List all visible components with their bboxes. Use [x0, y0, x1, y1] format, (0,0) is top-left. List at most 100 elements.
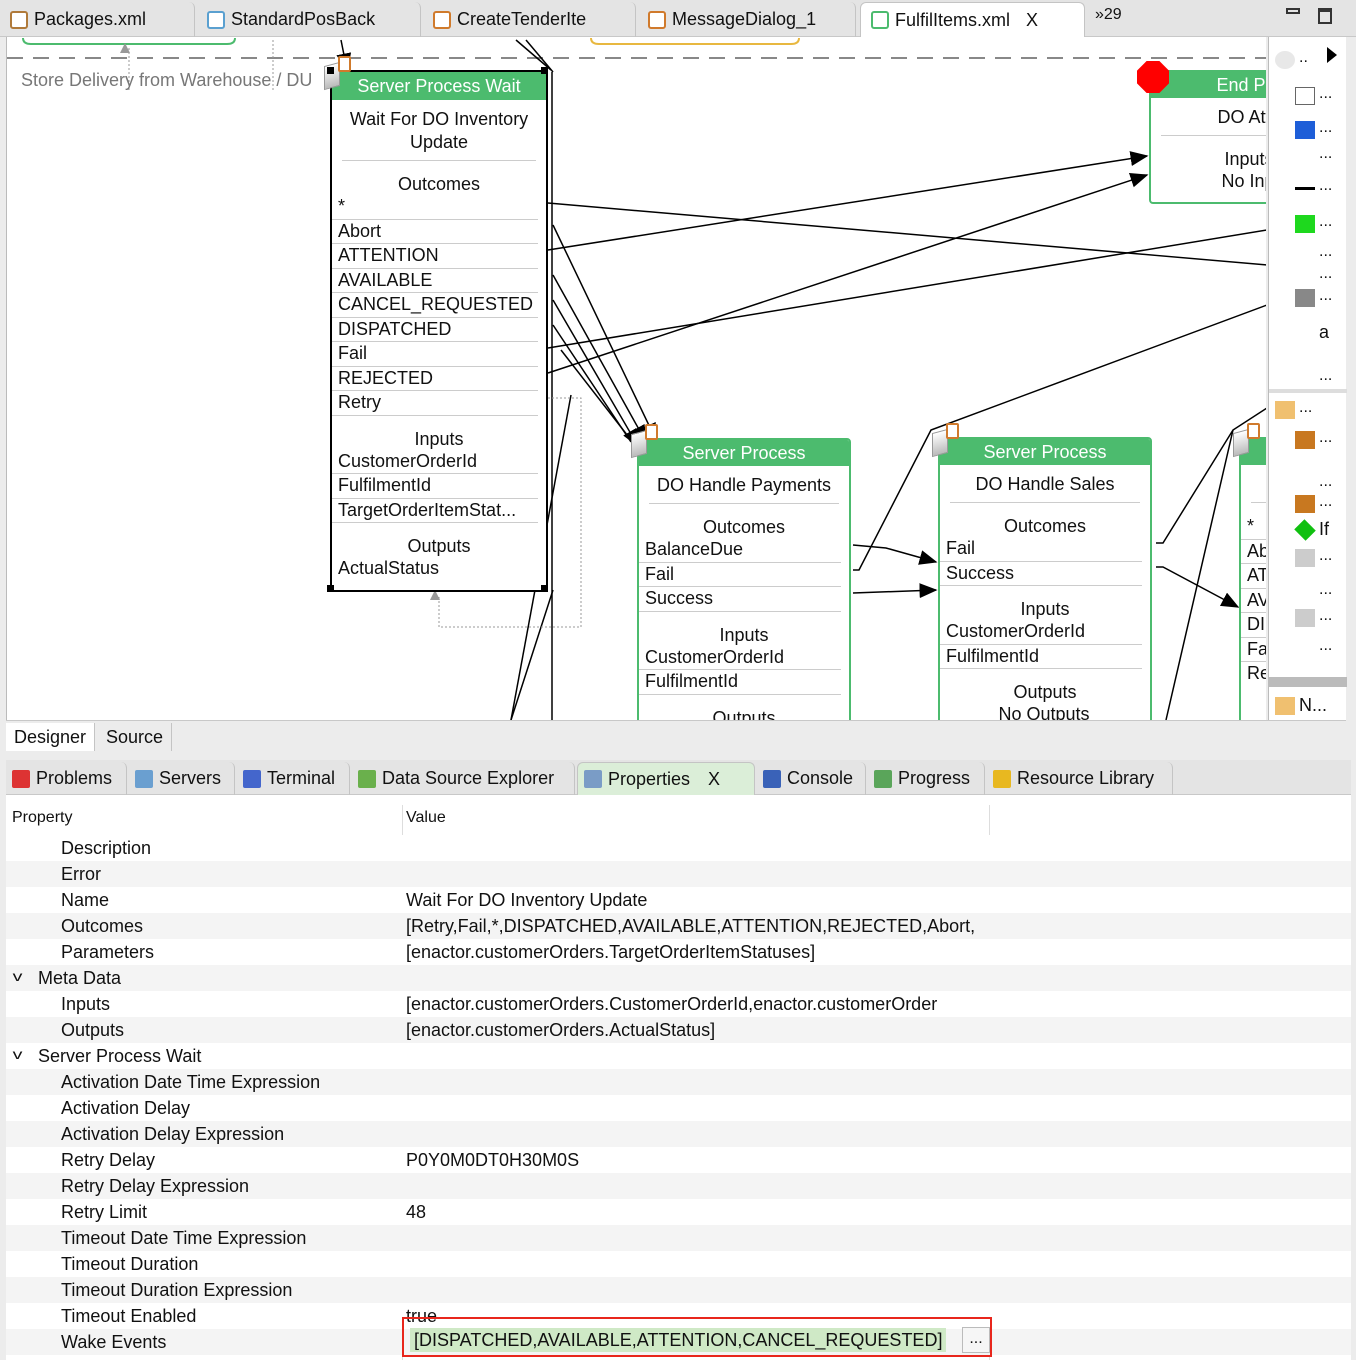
selection-handle[interactable]	[541, 67, 548, 74]
view-tab[interactable]: Properties X	[577, 762, 755, 795]
selection-handle[interactable]	[541, 585, 548, 592]
node-row[interactable]: DI	[1241, 613, 1266, 638]
node-payments[interactable]: Server Process DO Handle Payments Outcomes…	[637, 438, 851, 720]
property-value[interactable]: [enactor.customerOrders.ActualStatus]	[406, 1017, 990, 1043]
node-row[interactable]: *	[332, 195, 538, 220]
editor-tab[interactable]: CreateTenderIte	[423, 2, 636, 37]
node-row[interactable]: CustomerOrderId	[639, 646, 841, 670]
view-tab[interactable]: Problems	[6, 762, 127, 795]
node-row[interactable]: *	[1241, 515, 1266, 540]
palette-item[interactable]: ...	[1269, 177, 1347, 201]
palette-item[interactable]: ...	[1269, 243, 1347, 267]
process-diagram-canvas[interactable]: Store Delivery from Warehouse / DU Serve…	[6, 37, 1266, 720]
node-clipped[interactable]: SW*AbATAVDIFaRe	[1239, 437, 1266, 720]
property-value[interactable]: [enactor.customerOrders.CustomerOrderId,…	[406, 991, 990, 1017]
property-row[interactable]: Outcomes [Retry,Fail,*,DISPATCHED,AVAILAB…	[6, 913, 1351, 939]
property-row[interactable]: Retry Limit 48	[6, 1199, 1351, 1225]
palette-item[interactable]: ...	[1269, 607, 1347, 631]
property-row[interactable]: Activation Delay	[6, 1095, 1351, 1121]
view-tab[interactable]: Progress	[868, 762, 985, 795]
expand-chevron-icon[interactable]: v	[13, 963, 23, 989]
node-row[interactable]: Ab	[1241, 540, 1266, 564]
property-row[interactable]: Activation Date Time Expression	[6, 1069, 1351, 1095]
column-header-property[interactable]: Property	[12, 809, 72, 827]
wake-events-editor[interactable]: [DISPATCHED,AVAILABLE,ATTENTION,CANCEL_R…	[402, 1317, 992, 1357]
property-value[interactable]: [Retry,Fail,*,DISPATCHED,AVAILABLE,ATTEN…	[406, 913, 990, 939]
property-row[interactable]: Activation Delay Expression	[6, 1121, 1351, 1147]
node-row[interactable]: ActualStatus	[332, 557, 538, 581]
tab-designer[interactable]: Designer	[6, 723, 96, 751]
node-row[interactable]: AT	[1241, 564, 1266, 589]
palette-item[interactable]: N...	[1269, 695, 1347, 719]
palette-item[interactable]: ...	[1269, 637, 1347, 661]
node-wait[interactable]: Server Process Wait Wait For DO Inventory…	[330, 70, 548, 592]
property-value[interactable]: Wait For DO Inventory Update	[406, 887, 990, 913]
node-row[interactable]: DISPATCHED	[332, 318, 538, 342]
node-end[interactable]: End ProDO AtteInputsNo Inp	[1149, 70, 1266, 204]
palette-item[interactable]: ...	[1269, 367, 1347, 391]
view-tab[interactable]: Data Source Explorer	[352, 762, 575, 795]
property-row[interactable]: Timeout Duration Expression	[6, 1277, 1351, 1303]
node-row[interactable]: REJECTED	[332, 367, 538, 391]
selection-handle[interactable]	[327, 67, 334, 74]
node-row[interactable]: BalanceDue	[639, 538, 841, 563]
palette-item[interactable]: a	[1269, 322, 1347, 346]
property-value[interactable]: P0Y0M0DT0H30M0S	[406, 1147, 990, 1173]
browse-button[interactable]: ...	[962, 1327, 990, 1353]
node-row[interactable]: AV	[1241, 589, 1266, 613]
editor-tab[interactable]: StandardPosBack	[197, 2, 421, 37]
editor-tab[interactable]: MessageDialog_1	[638, 2, 856, 37]
palette-scroll-down-button[interactable]	[1269, 677, 1347, 687]
property-row[interactable]: Timeout Date Time Expression	[6, 1225, 1351, 1251]
property-row[interactable]: Parameters [enactor.customerOrders.Target…	[6, 939, 1351, 965]
node-row[interactable]: AVAILABLE	[332, 269, 538, 293]
palette-item[interactable]: ...	[1269, 119, 1347, 143]
palette-item[interactable]: ...	[1269, 145, 1347, 169]
property-row[interactable]: Outputs [enactor.customerOrders.ActualSta…	[6, 1017, 1351, 1043]
property-row[interactable]: v Meta Data	[6, 965, 1351, 991]
property-row[interactable]: Description	[6, 835, 1351, 861]
palette-item[interactable]: ...	[1269, 265, 1347, 289]
property-row[interactable]: Timeout Duration	[6, 1251, 1351, 1277]
palette-item[interactable]: ...	[1269, 287, 1347, 311]
node-row[interactable]: Success	[639, 587, 841, 612]
node-row[interactable]: ATTENTION	[332, 244, 538, 269]
editor-tab[interactable]: FulfilItems.xml X	[860, 2, 1085, 37]
palette-item[interactable]: ...	[1269, 493, 1347, 517]
property-value[interactable]: 48	[406, 1199, 990, 1225]
node-row[interactable]: Success	[940, 562, 1142, 586]
node-row[interactable]: FulfilmentId	[940, 645, 1142, 669]
node-row[interactable]: Fail	[639, 563, 841, 587]
node-row[interactable]: FulfilmentId	[332, 474, 538, 499]
node-row[interactable]: FulfilmentId	[639, 670, 841, 695]
node-row[interactable]: Abort	[332, 220, 538, 244]
minimize-button[interactable]	[1286, 8, 1300, 14]
palette-item[interactable]: ...	[1269, 429, 1347, 453]
palette-expand-button[interactable]	[1327, 47, 1337, 63]
selection-handle[interactable]	[327, 585, 334, 592]
property-row[interactable]: v Server Process Wait	[6, 1043, 1351, 1069]
property-row[interactable]: Retry Delay P0Y0M0DT0H30M0S	[6, 1147, 1351, 1173]
column-header-value[interactable]: Value	[406, 809, 446, 827]
node-row[interactable]: Fa	[1241, 638, 1266, 662]
view-tab[interactable]: Resource Library	[987, 762, 1173, 795]
wake-events-value[interactable]: [DISPATCHED,AVAILABLE,ATTENTION,CANCEL_R…	[410, 1328, 947, 1352]
node-row[interactable]: Retry	[332, 391, 538, 416]
node-sales[interactable]: Server Process DO Handle Sales Outcomes Fai…	[938, 437, 1152, 720]
close-view-icon[interactable]: X	[708, 769, 720, 790]
node-row[interactable]: TargetOrderItemStat...	[332, 499, 538, 523]
palette-item[interactable]: ...	[1269, 399, 1347, 423]
property-row[interactable]: Wake Events [DISPATCHED,AVAILABLE,ATTENTI…	[6, 1317, 1351, 1357]
palette-item[interactable]: ...	[1269, 85, 1347, 109]
palette-item[interactable]: ...	[1269, 213, 1347, 237]
tab-source[interactable]: Source	[98, 723, 173, 751]
expand-chevron-icon[interactable]: v	[13, 1041, 23, 1067]
view-tab[interactable]: Servers	[129, 762, 235, 795]
editor-tab[interactable]: Packages.xml	[0, 2, 195, 37]
property-row[interactable]: Name Wait For DO Inventory Update	[6, 887, 1351, 913]
overflow-tabs-button[interactable]: »29	[1095, 6, 1122, 24]
property-row[interactable]: Retry Delay Expression	[6, 1173, 1351, 1199]
maximize-button[interactable]	[1318, 8, 1332, 24]
property-row[interactable]: Inputs [enactor.customerOrders.CustomerOr…	[6, 991, 1351, 1017]
palette-item[interactable]: ...	[1269, 581, 1347, 605]
